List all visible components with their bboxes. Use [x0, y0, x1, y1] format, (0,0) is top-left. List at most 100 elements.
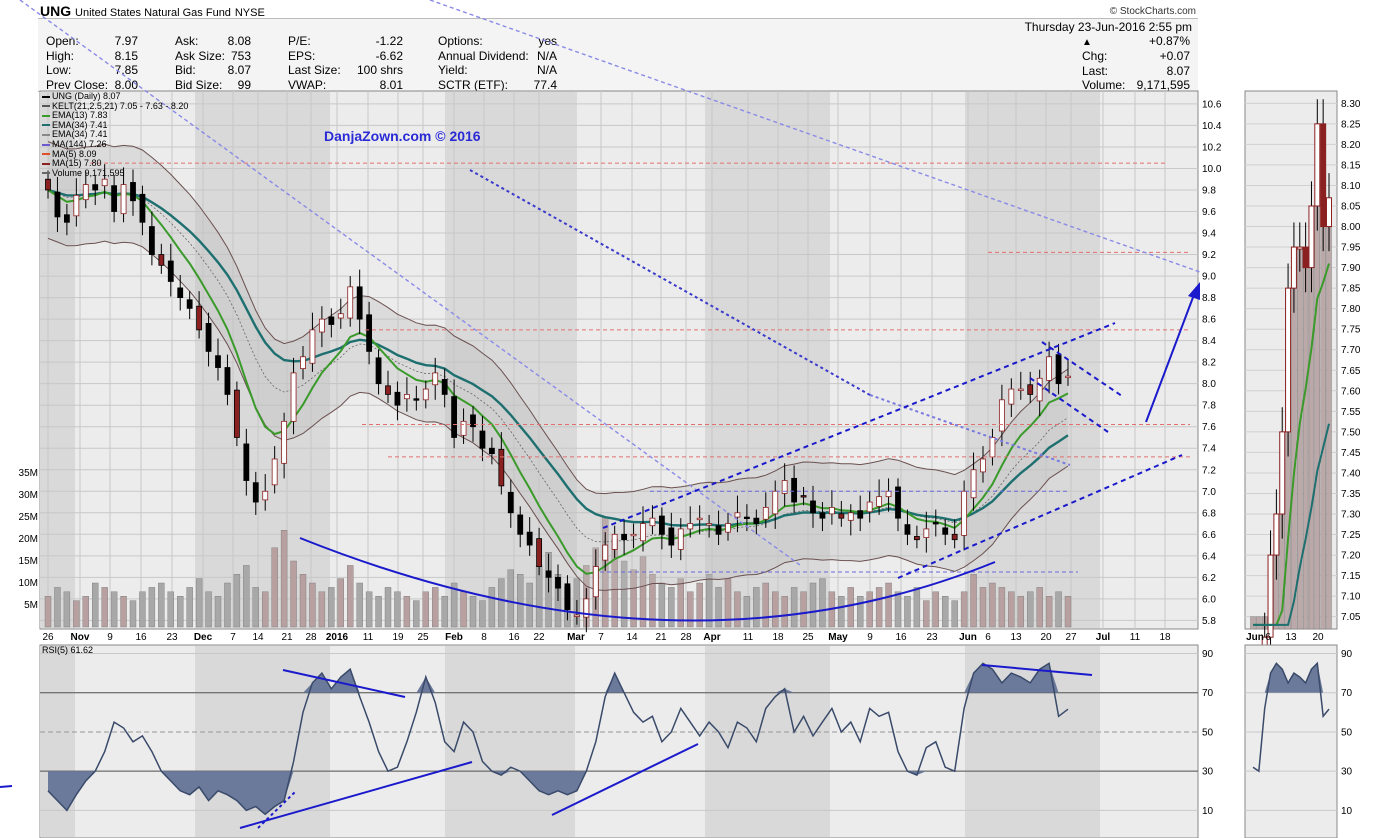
volume-bar — [252, 587, 259, 628]
volume-bar — [139, 591, 146, 628]
volume-tick-label: 25M — [19, 512, 38, 523]
candle-body — [177, 287, 184, 298]
rsi-tick-label: 30 — [1202, 767, 1214, 778]
volume-bar — [214, 596, 222, 628]
month-shade — [40, 646, 75, 837]
y-tick-label: 8.6 — [1202, 315, 1216, 326]
x-tick-label: 20 — [1040, 632, 1052, 643]
volume-bar — [54, 587, 61, 628]
x-tick-label: 11 — [743, 632, 754, 643]
legend-swatch — [42, 162, 50, 165]
x-tick-label: 19 — [392, 632, 404, 643]
candle-body — [252, 482, 259, 503]
volume-bar — [507, 569, 514, 628]
candle-body — [1036, 377, 1043, 402]
legend-swatch — [42, 105, 50, 108]
legend-swatch — [42, 124, 50, 127]
legend-text: MA(144) 7.26 — [52, 138, 107, 149]
volume-bar — [309, 582, 316, 628]
candle-body — [1046, 356, 1053, 381]
volume-bar — [110, 591, 118, 628]
x-tick-label: 28 — [305, 632, 317, 643]
y-tick-label: 9.4 — [1202, 229, 1216, 240]
zoom-tick-label: 7.75 — [1341, 325, 1361, 336]
volume-bar — [488, 587, 496, 628]
volume-bar — [781, 596, 788, 628]
candle-body — [63, 214, 70, 223]
zoom-candle-body — [1296, 246, 1303, 250]
y-tick-label: 7.8 — [1202, 401, 1216, 412]
volume-bar — [233, 574, 241, 628]
candle-body — [356, 286, 363, 320]
candle-body — [545, 570, 552, 578]
candle-body — [913, 536, 920, 541]
candle-body — [281, 420, 288, 464]
y-tick-label: 8.2 — [1202, 358, 1216, 369]
candle-body — [139, 193, 146, 223]
x-tick-label: Dec — [194, 632, 213, 643]
volume-bar — [375, 596, 382, 628]
volume-bar — [913, 587, 921, 628]
candle-body — [1055, 354, 1062, 385]
volume-bar — [44, 596, 52, 628]
zoom-x-tick-label: Jun — [1246, 632, 1264, 643]
x-tick-label: Feb — [445, 632, 463, 643]
rsi-tick-label: 50 — [1202, 727, 1214, 738]
x-tick-label: 16 — [508, 632, 520, 643]
legend-text: EMA(34) 7.41 — [52, 119, 108, 130]
candle-body — [866, 501, 873, 513]
y-tick-label: 9.6 — [1202, 207, 1216, 218]
zoom-volume-bar — [1302, 267, 1309, 630]
candle-body — [82, 184, 89, 201]
rsi-tick-label: 10 — [1202, 806, 1214, 817]
x-tick-label: 21 — [281, 632, 293, 643]
volume-bar — [753, 587, 760, 628]
candle-body — [413, 398, 420, 401]
zoom-tick-label: 7.80 — [1341, 304, 1361, 315]
y-tick-label: 9.0 — [1202, 272, 1216, 283]
volume-bar — [394, 591, 401, 628]
legend-text: EMA(13) 7.83 — [52, 110, 108, 121]
legend-text: Volume 9,171,595 — [52, 167, 125, 178]
zoom-tick-label: 7.85 — [1341, 284, 1361, 295]
candle-body — [1027, 384, 1034, 395]
zoom-volume-bar — [1326, 197, 1332, 630]
candle-body — [309, 329, 316, 364]
volume-bar — [460, 591, 467, 628]
candle-body — [45, 178, 51, 191]
candle-body — [753, 517, 760, 524]
candle-body — [300, 356, 306, 370]
volume-bar — [262, 591, 269, 628]
zoom-rsi-tick-label: 50 — [1341, 727, 1353, 738]
y-tick-label: 7.2 — [1202, 465, 1216, 476]
x-tick-label: 16 — [895, 632, 907, 643]
y-tick-label: 8.4 — [1202, 336, 1216, 347]
zoom-tick-label: 7.90 — [1341, 263, 1361, 274]
candle-body — [526, 531, 533, 546]
candle-body — [432, 372, 439, 386]
volume-bar — [942, 596, 949, 628]
candle-body — [847, 512, 854, 521]
volume-bar — [1027, 591, 1034, 628]
x-tick-label: Nov — [71, 632, 90, 643]
legend-swatch — [42, 95, 50, 98]
x-tick-label: 14 — [626, 632, 638, 643]
x-tick-label: 2016 — [326, 632, 349, 643]
candle-body — [998, 399, 1005, 432]
x-tick-label: Mar — [567, 632, 585, 643]
zoom-tick-label: 7.50 — [1341, 427, 1361, 438]
x-tick-label: 21 — [655, 632, 667, 643]
candle-body — [942, 527, 949, 535]
candle-body — [743, 516, 750, 519]
candle-body — [375, 357, 382, 385]
volume-bar — [923, 600, 930, 628]
x-tick-label: 23 — [926, 632, 938, 643]
zoom-rsi-panel — [1244, 644, 1338, 838]
candle-body — [451, 396, 458, 438]
candle-body — [158, 254, 165, 266]
zoom-tick-label: 7.70 — [1341, 345, 1361, 356]
candle-body — [904, 524, 911, 535]
volume-bar — [205, 591, 212, 628]
volume-bar — [413, 600, 420, 628]
volume-bar — [337, 578, 344, 628]
